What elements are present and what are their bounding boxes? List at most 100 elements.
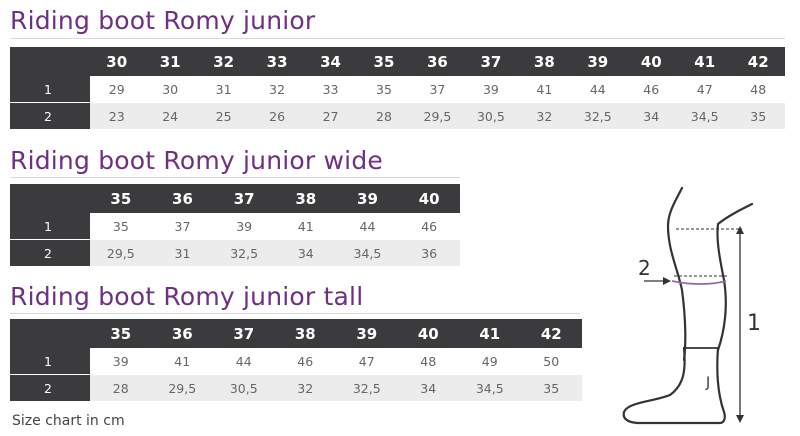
- row-label: 1: [10, 213, 90, 240]
- measurement-cell: 41: [274, 213, 337, 240]
- measurement-cell: 35: [357, 76, 411, 103]
- size-header-cell: 39: [336, 184, 399, 213]
- header-corner-cell: [10, 184, 90, 213]
- measurement-row: 1 35 37 39 41 44 46: [10, 213, 460, 240]
- header-corner-cell: [10, 47, 90, 76]
- measurement-cell: 24: [143, 102, 197, 130]
- size-header-row: 35 36 37 38 39 40: [10, 184, 460, 213]
- size-header-cell: 36: [151, 319, 213, 348]
- measurement-cell: 30: [143, 76, 197, 103]
- size-header-cell: 35: [90, 319, 152, 348]
- measurement-cell: 41: [151, 348, 213, 375]
- size-table-junior-wide: 35 36 37 38 39 40 1 35 37 39 41 44 46 2 29,5 31 32,5 34 34…: [10, 184, 460, 267]
- size-table-junior-tall: 35 36 37 38 39 40 41 42 1 39 41 44 46 47 48 49 50 2 28 29,5…: [10, 319, 582, 402]
- measurement-cell: 25: [196, 102, 251, 130]
- measurement-cell: 23: [90, 102, 144, 130]
- measurement-cell: 28: [357, 102, 411, 130]
- measurement-row: 1 29 30 31 32 33 35 37 39 41 44 46 47 48: [10, 76, 785, 103]
- calf-label: 2: [638, 256, 651, 280]
- size-header-cell: 40: [624, 47, 678, 76]
- measurement-cell: 39: [90, 348, 152, 375]
- measurement-cell: 35: [520, 374, 582, 402]
- measurement-cell: 41: [517, 76, 572, 103]
- measurement-cell: 34,5: [336, 239, 399, 267]
- size-header-cell: 40: [397, 319, 459, 348]
- leg-outline-icon: [622, 186, 754, 425]
- measurement-cell: 34: [624, 102, 678, 130]
- measurement-cell: 32: [250, 76, 304, 103]
- size-header-cell: 39: [571, 47, 625, 76]
- title-divider: [10, 177, 460, 178]
- height-label: 1: [747, 311, 761, 336]
- boot-label: J: [705, 375, 710, 391]
- measurement-cell: 27: [303, 102, 358, 130]
- height-arrow-up-icon: [736, 226, 744, 234]
- measurement-cell: 34: [397, 374, 459, 402]
- measurement-cell: 46: [274, 348, 336, 375]
- size-header-cell: 34: [303, 47, 358, 76]
- measurement-cell: 35: [731, 102, 785, 130]
- size-header-cell: 39: [336, 319, 398, 348]
- measurement-row: 2 28 29,5 30,5 32 32,5 34 34,5 35: [10, 374, 582, 402]
- title-divider: [10, 38, 785, 39]
- size-header-cell: 38: [517, 47, 572, 76]
- measurement-cell: 39: [213, 213, 275, 240]
- size-header-cell: 38: [274, 319, 336, 348]
- measurement-cell: 47: [677, 76, 732, 103]
- row-label: 2: [10, 374, 90, 402]
- size-header-cell: 36: [151, 184, 214, 213]
- measurement-cell: 48: [731, 76, 785, 103]
- measurement-row: 2 29,5 31 32,5 34 34,5 36: [10, 239, 460, 267]
- size-header-cell: 35: [90, 184, 152, 213]
- measurement-cell: 32: [274, 374, 336, 402]
- measurement-cell: 32,5: [571, 102, 625, 130]
- row-label: 1: [10, 348, 90, 375]
- measurement-cell: 44: [336, 213, 399, 240]
- measurement-cell: 44: [213, 348, 275, 375]
- chart-title-junior-wide: Riding boot Romy junior wide: [10, 146, 383, 175]
- measurement-cell: 44: [571, 76, 625, 103]
- size-header-row: 35 36 37 38 39 40 41 42: [10, 319, 582, 348]
- measurement-cell: 28: [90, 374, 152, 402]
- measurement-cell: 48: [397, 348, 459, 375]
- size-header-cell: 32: [196, 47, 251, 76]
- measurement-row: 2 23 24 25 26 27 28 29,5 30,5 32 32,5 34 34,5 35: [10, 102, 785, 130]
- size-header-cell: 31: [143, 47, 197, 76]
- chart-title-junior: Riding boot Romy junior: [10, 6, 316, 35]
- size-header-cell: 37: [213, 184, 275, 213]
- row-label: 1: [10, 76, 90, 103]
- measurement-cell: 32,5: [213, 239, 275, 267]
- size-header-cell: 37: [464, 47, 518, 76]
- measurement-cell: 32,5: [336, 374, 398, 402]
- measurement-cell: 31: [196, 76, 251, 103]
- measurement-cell: 29,5: [410, 102, 465, 130]
- size-header-cell: 33: [250, 47, 304, 76]
- footnote: Size chart in cm: [12, 413, 125, 429]
- measurement-cell: 50: [520, 348, 582, 375]
- measurement-cell: 34: [274, 239, 337, 267]
- size-header-cell: 37: [213, 319, 275, 348]
- measurement-cell: 34,5: [677, 102, 732, 130]
- height-arrow-down-icon: [736, 415, 744, 423]
- measurement-cell: 29: [90, 76, 144, 103]
- calf-arrow-icon: [663, 277, 671, 285]
- row-label: 2: [10, 239, 90, 267]
- row-label: 2: [10, 102, 90, 130]
- measurement-cell: 39: [464, 76, 518, 103]
- measurement-row: 1 39 41 44 46 47 48 49 50: [10, 348, 582, 375]
- measurement-cell: 31: [151, 239, 214, 267]
- title-divider: [10, 313, 580, 314]
- measurement-cell: 26: [250, 102, 304, 130]
- measurement-cell: 46: [398, 213, 460, 240]
- measurement-cell: 37: [410, 76, 465, 103]
- measurement-cell: 34,5: [459, 374, 521, 402]
- size-header-cell: 41: [459, 319, 521, 348]
- header-corner-cell: [10, 319, 90, 348]
- measurement-cell: 32: [517, 102, 572, 130]
- size-header-cell: 42: [520, 319, 582, 348]
- measurement-cell: 30,5: [464, 102, 518, 130]
- measurement-cell: 30,5: [213, 374, 275, 402]
- measurement-cell: 46: [624, 76, 678, 103]
- measurement-cell: 33: [303, 76, 358, 103]
- size-header-cell: 42: [731, 47, 785, 76]
